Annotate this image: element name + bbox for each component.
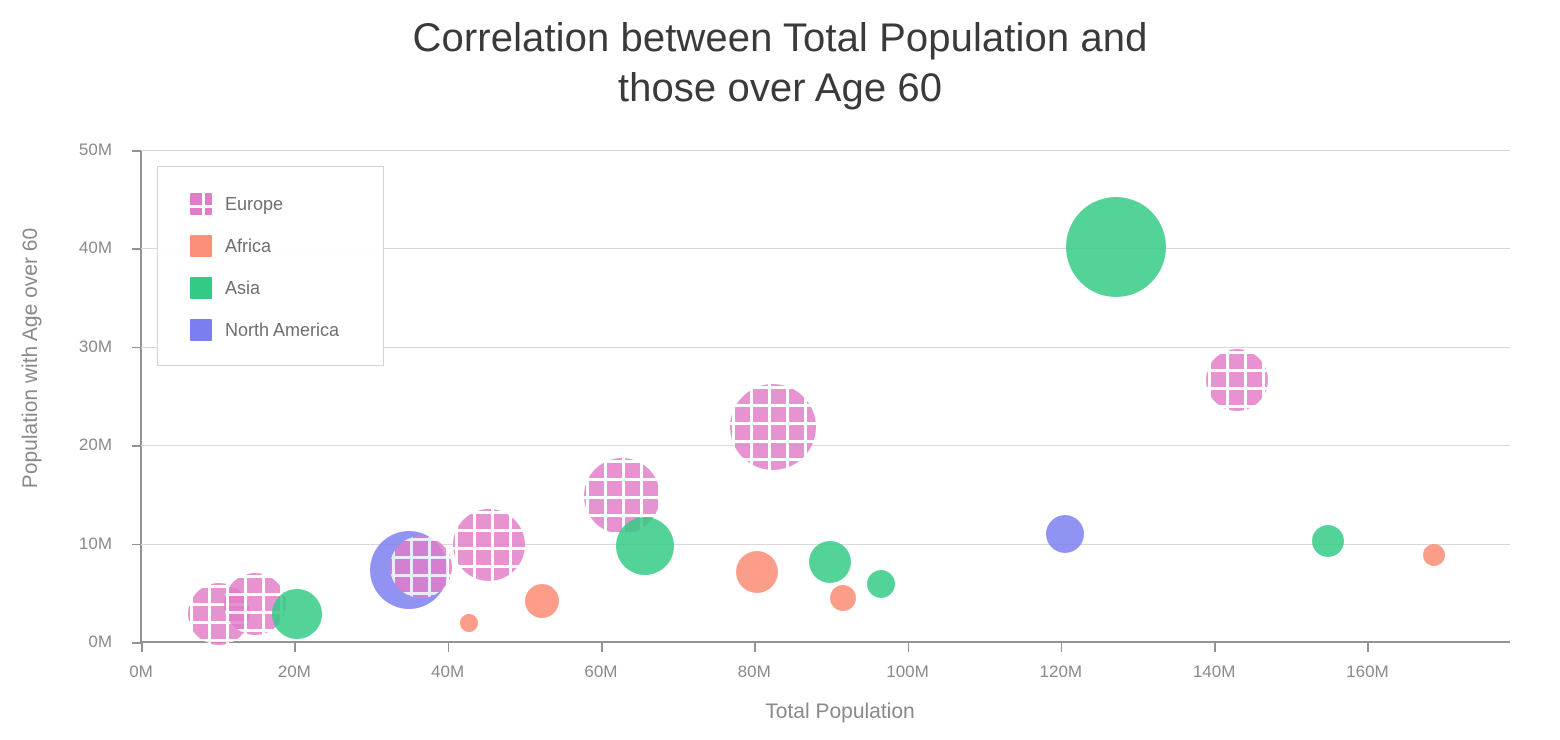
legend-label: Europe (225, 193, 284, 214)
x-axis-tick-label: 60M (584, 662, 618, 681)
x-axis-tick (1214, 642, 1216, 652)
y-axis-tick (132, 642, 141, 644)
y-gridline (141, 150, 1510, 151)
bubble-asia[interactable] (1311, 524, 1344, 557)
x-axis-tick (907, 642, 910, 652)
y-axis-tick (132, 445, 141, 447)
bubble-northamerica[interactable] (1046, 514, 1085, 553)
x-axis-tick-label: 160M (1346, 662, 1389, 681)
x-axis-tick-label: 140M (1192, 662, 1236, 681)
bubble-asia[interactable] (809, 541, 852, 584)
x-axis-tick-label: 40M (431, 662, 465, 681)
legend-item-northamerica[interactable]: North America (190, 319, 339, 341)
x-axis-tick (754, 642, 756, 652)
x-axis-tick-label: 120M (1039, 662, 1083, 681)
x-axis-tick (600, 642, 603, 652)
bubble-africa[interactable] (460, 614, 479, 633)
x-axis-tick-label: 20M (277, 662, 311, 681)
x-axis-tick (447, 642, 450, 652)
bubble-africa[interactable] (830, 584, 857, 611)
legend-swatch-europe-icon (190, 193, 212, 215)
chart-title: Correlation between Total Population and… (412, 16, 1148, 110)
y-axis-tick-label: 10M (78, 533, 112, 553)
bubble-africa[interactable] (736, 551, 779, 594)
bubble-africa[interactable] (524, 583, 559, 618)
y-axis-tick (132, 248, 141, 250)
x-axis-tick (141, 642, 143, 652)
bubble-europe[interactable] (730, 383, 817, 470)
legend-label: North America (225, 319, 340, 340)
y-axis-title: Population with Age over 60 (19, 227, 42, 489)
x-axis-tick-label: 100M (886, 662, 929, 681)
y-axis-tick-label: 50M (78, 140, 112, 159)
y-axis-tick-label: 0M (88, 632, 112, 651)
y-axis-tick-label: 30M (78, 336, 112, 356)
bubble-africa[interactable] (1423, 544, 1446, 567)
y-gridline (141, 445, 1510, 447)
legend-swatch-northamerica-icon (190, 319, 212, 341)
x-axis-title: Total Population (765, 700, 915, 723)
bubble-europe[interactable] (452, 508, 525, 581)
y-axis-tick-label: 40M (78, 238, 112, 258)
legend-label: Africa (225, 235, 272, 256)
legend-swatch-asia-icon (190, 277, 212, 299)
bubble-europe[interactable] (389, 536, 452, 599)
x-axis-tick (294, 642, 296, 652)
legend-item-africa[interactable]: Africa (190, 235, 271, 257)
y-axis-tick (132, 346, 141, 349)
x-axis-tick (1060, 642, 1063, 652)
x-axis-tick-label: 80M (737, 662, 771, 681)
legend-label: Asia (225, 277, 261, 298)
y-axis-tick-label: 20M (78, 435, 112, 455)
x-axis-tick (1367, 642, 1370, 652)
legend: Europe Africa Asia North America (157, 166, 384, 366)
legend-item-asia[interactable]: Asia (190, 277, 260, 299)
y-axis-tick (132, 150, 141, 152)
bubble-asia[interactable] (1066, 197, 1166, 298)
legend-item-europe[interactable]: Europe (190, 193, 283, 215)
bubble-chart: Correlation between Total Population and… (0, 0, 1560, 740)
bubble-europe[interactable] (1206, 349, 1269, 412)
bubble-asia[interactable] (616, 516, 675, 575)
legend-swatch-africa-icon (190, 235, 212, 257)
bubble-asia[interactable] (271, 589, 322, 640)
x-axis-tick-label: 0M (129, 662, 153, 681)
y-axis-tick (132, 543, 141, 546)
bubble-asia[interactable] (867, 569, 896, 598)
